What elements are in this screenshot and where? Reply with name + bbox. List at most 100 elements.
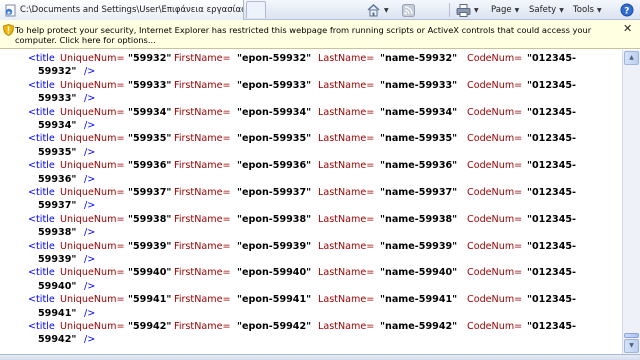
first-name-attribute: FirstName= [174,186,231,198]
code-num-value: "012345- [527,213,577,225]
xml-tag-open: <title [28,240,55,252]
code-num-value: "012345- [527,53,577,64]
last-name-attribute: LastName= [318,79,375,91]
first-name-value: "epon-59932" [237,53,312,64]
unique-num-attribute: UniqueNum= [60,267,125,279]
first-name-attribute: FirstName= [174,294,231,306]
browser-tab[interactable]: e C:\Documents and Settings\User\Επιφάνε… [0,0,244,20]
unique-num-value: "59938" [128,213,172,225]
ie-page-icon: e [5,4,16,16]
scrollbar-thumb[interactable] [624,333,639,338]
home-icon [367,4,380,17]
code-num-attribute: CodeNum= [467,79,523,91]
security-infobar[interactable]: To help protect your security, Internet … [0,20,640,49]
xml-record: <title UniqueNum= "59938" FirstName= "epon-5… [0,213,622,240]
vertical-scrollbar[interactable]: ▲ ▼ [622,50,640,354]
page-menu-label: Page [491,5,512,15]
code-num-value-cont: 59940" [38,280,77,292]
last-name-value: "name-59936" [380,160,458,172]
unique-num-attribute: UniqueNum= [60,160,125,172]
unique-num-attribute: UniqueNum= [60,320,125,332]
chevron-down-icon: ▼ [596,6,602,14]
unique-num-attribute: UniqueNum= [60,53,125,64]
last-name-value: "name-59938" [380,213,458,225]
xml-tag-close: /> [84,146,96,158]
toolbar-divider [449,3,450,17]
unique-num-attribute: UniqueNum= [60,240,125,252]
xml-tag-open: <title [28,160,55,172]
new-tab-button[interactable] [246,1,266,18]
safety-menu[interactable]: Safety ▼ [529,2,564,18]
code-num-value-cont: 59939" [38,253,77,265]
code-num-attribute: CodeNum= [467,213,523,225]
infobar-message[interactable]: To help protect your security, Internet … [15,25,615,45]
code-num-attribute: CodeNum= [467,133,523,145]
unique-num-attribute: UniqueNum= [60,294,125,306]
first-name-value: "epon-59934" [237,106,312,118]
xml-tag-close: /> [84,119,96,131]
home-button[interactable]: ▼ [366,2,389,18]
unique-num-attribute: UniqueNum= [60,133,125,145]
code-num-value-cont: 59937" [38,200,77,212]
last-name-value: "name-59941" [380,294,458,306]
help-button[interactable]: ? [620,2,634,18]
xml-tag-close: /> [84,93,96,105]
xml-tag-open: <title [28,213,55,225]
unique-num-value: "59933" [128,79,172,91]
page-menu[interactable]: Page ▼ [491,2,519,18]
unique-num-value: "59941" [128,294,172,306]
browser-toolbar: e C:\Documents and Settings\User\Επιφάνε… [0,0,640,20]
first-name-value: "epon-59936" [237,160,312,172]
feeds-button[interactable] [402,2,415,18]
xml-record: <title UniqueNum= "59939" FirstName= "epon-5… [0,240,622,267]
unique-num-value: "59936" [128,160,172,172]
code-num-value: "012345- [527,186,577,198]
unique-num-value: "59942" [128,320,172,332]
first-name-value: "epon-59942" [237,320,312,332]
code-num-value-cont: 59942" [38,334,77,346]
xml-record: <title UniqueNum= "59937" FirstName= "epon-5… [0,186,622,213]
code-num-value: "012345- [527,240,577,252]
first-name-attribute: FirstName= [174,240,231,252]
print-button[interactable]: ▼ [456,2,479,18]
last-name-value: "name-59934" [380,106,458,118]
status-bar [0,354,640,360]
xml-tag-open: <title [28,320,55,332]
xml-tag-open: <title [28,133,55,145]
last-name-attribute: LastName= [318,160,375,172]
code-num-value-cont: 59938" [38,227,77,239]
xml-record: <title UniqueNum= "59941" FirstName= "epon-5… [0,293,622,320]
xml-record: <title UniqueNum= "59940" FirstName= "epon-5… [0,266,622,293]
xml-tag-open: <title [28,53,55,64]
last-name-value: "name-59935" [380,133,458,145]
code-num-value: "012345- [527,106,577,118]
code-num-attribute: CodeNum= [467,320,523,332]
code-num-value: "012345- [527,294,577,306]
close-icon[interactable]: ✕ [623,23,632,34]
first-name-value: "epon-59938" [237,213,312,225]
unique-num-value: "59940" [128,267,172,279]
code-num-value-cont: 59933" [38,93,77,105]
last-name-value: "name-59939" [380,240,458,252]
scroll-up-button[interactable]: ▲ [624,51,639,65]
xml-tag-open: <title [28,294,55,306]
xml-tag-close: /> [84,200,96,212]
first-name-value: "epon-59940" [237,267,312,279]
xml-record: <title UniqueNum= "59942" FirstName= "epon-5… [0,320,622,347]
code-num-attribute: CodeNum= [467,53,523,64]
xml-tag-open: <title [28,267,55,279]
last-name-value: "name-59937" [380,186,458,198]
scroll-down-button[interactable]: ▼ [624,339,639,353]
first-name-attribute: FirstName= [174,79,231,91]
tools-menu[interactable]: Tools ▼ [573,2,602,18]
chevron-down-icon: ▼ [514,6,520,14]
tools-menu-label: Tools [573,5,594,15]
first-name-attribute: FirstName= [174,320,231,332]
safety-menu-label: Safety [529,5,557,15]
unique-num-value: "59932" [128,53,172,64]
code-num-attribute: CodeNum= [467,294,523,306]
xml-tag-close: /> [84,253,96,265]
chevron-down-icon: ▼ [384,6,389,14]
xml-record: <title UniqueNum= "59932" FirstName= "epon-5… [0,52,622,79]
print-icon [456,3,471,17]
